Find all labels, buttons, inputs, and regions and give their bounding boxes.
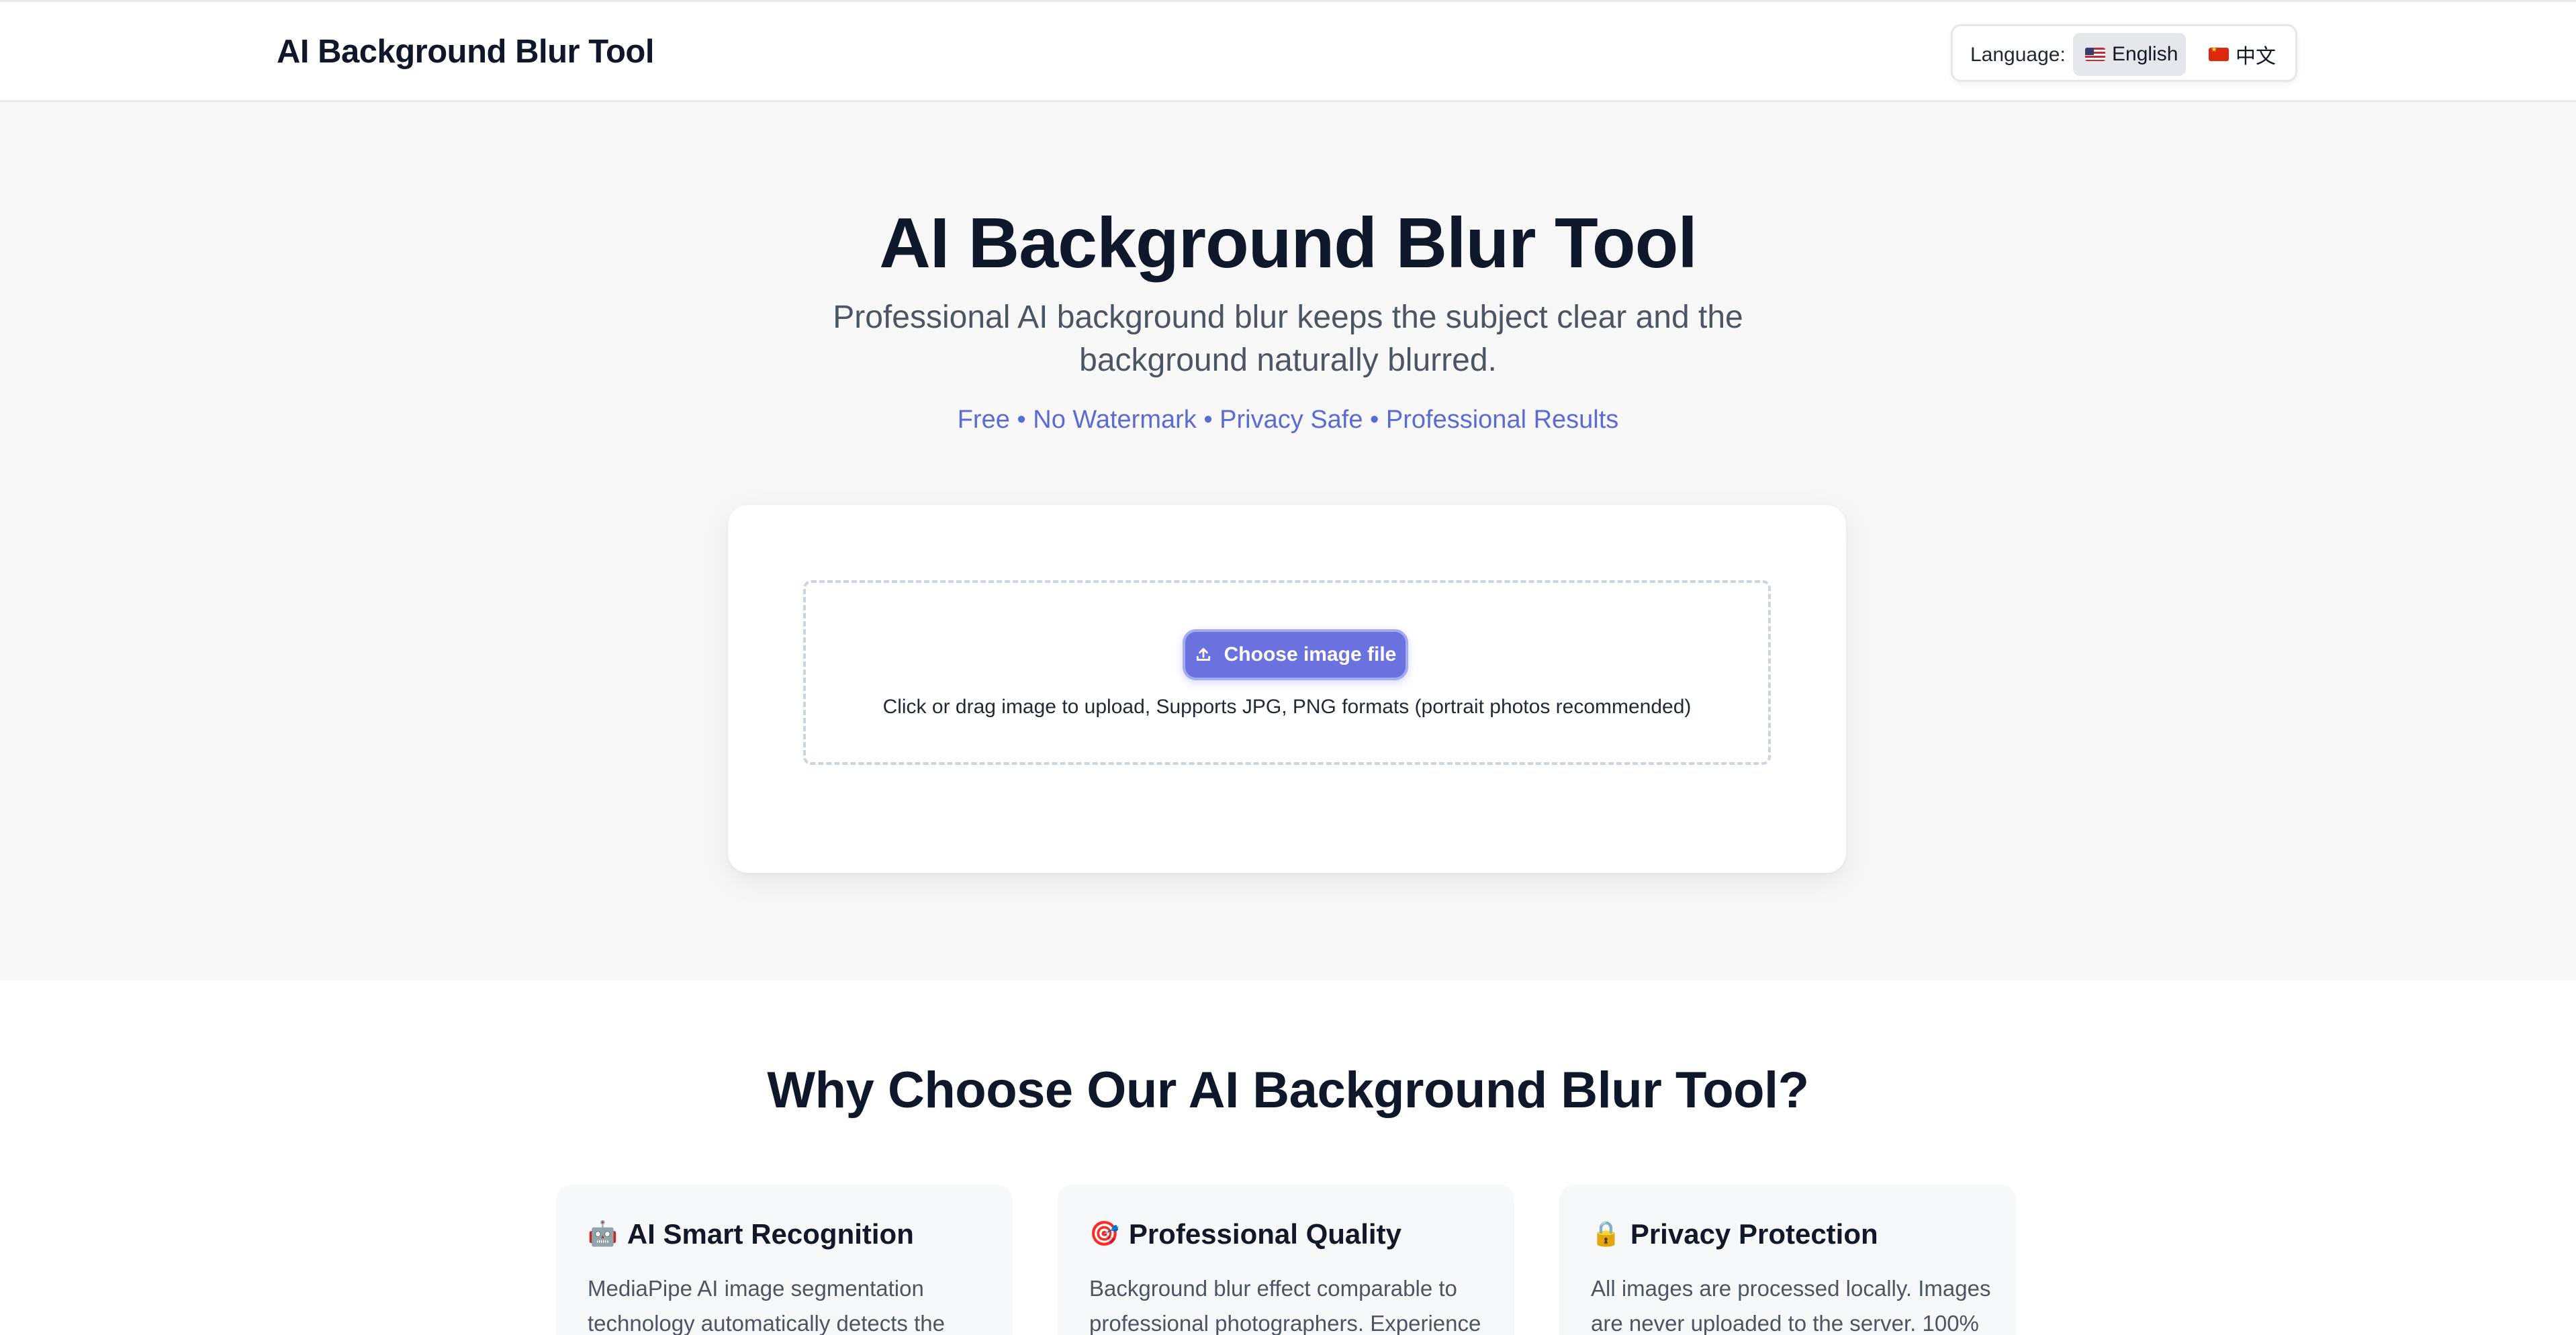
- choose-image-button-label: Choose image file: [1224, 643, 1397, 665]
- brand-title[interactable]: AI Background Blur Tool: [277, 33, 654, 71]
- feature-description: Background blur effect comparable to pro…: [1089, 1276, 1481, 1335]
- language-label: Language:: [1970, 44, 2066, 66]
- feature-card-professional-quality: 🎯 Professional Quality Background blur e…: [1058, 1185, 1514, 1335]
- language-option-label: English: [2112, 43, 2178, 65]
- choose-image-button[interactable]: Choose image file: [1183, 629, 1408, 680]
- upload-hint: Click or drag image to upload, Supports …: [882, 696, 1692, 718]
- feature-card-ai-recognition: 🤖 AI Smart Recognition MediaPipe AI imag…: [556, 1185, 1013, 1335]
- language-option-chinese[interactable]: 中文: [2197, 33, 2284, 76]
- hero-subtitle: Professional AI background blur keeps th…: [833, 300, 1743, 378]
- us-flag-icon: [2085, 48, 2105, 61]
- feature-title: Privacy Protection: [1630, 1218, 1878, 1250]
- feature-card-privacy-protection: 🔒 Privacy Protection All images are proc…: [1559, 1185, 2016, 1335]
- feature-description: MediaPipe AI image segmentation technolo…: [588, 1276, 945, 1335]
- feature-heading: 🤖 AI Smart Recognition: [588, 1218, 914, 1250]
- feature-title: AI Smart Recognition: [627, 1218, 914, 1250]
- robot-icon: 🤖: [588, 1220, 618, 1248]
- upload-dropzone[interactable]: Choose image file Click or drag image to…: [803, 580, 1771, 765]
- why-choose-title: Why Choose Our AI Background Blur Tool?: [767, 1062, 1809, 1119]
- feature-heading: 🎯 Professional Quality: [1089, 1218, 1401, 1250]
- hero-section: AI Background Blur Tool Professional AI …: [0, 102, 2576, 980]
- language-switcher: Language: English 中文: [1951, 24, 2297, 82]
- target-icon: 🎯: [1089, 1220, 1119, 1248]
- hero-title: AI Background Blur Tool: [879, 203, 1698, 283]
- lock-icon: 🔒: [1591, 1220, 1621, 1248]
- cn-flag-icon: [2209, 48, 2229, 61]
- language-option-english[interactable]: English: [2073, 33, 2186, 76]
- upload-icon: [1196, 647, 1210, 661]
- top-navbar: AI Background Blur Tool Language: Englis…: [0, 0, 2576, 102]
- language-option-label: 中文: [2236, 46, 2276, 68]
- feature-description: All images are processed locally. Images…: [1591, 1276, 1991, 1335]
- feature-title: Professional Quality: [1128, 1218, 1401, 1250]
- feature-heading: 🔒 Privacy Protection: [1591, 1218, 1878, 1250]
- hero-tagline: Free • No Watermark • Privacy Safe • Pro…: [957, 406, 1619, 434]
- upload-card: Choose image file Click or drag image to…: [728, 505, 1846, 873]
